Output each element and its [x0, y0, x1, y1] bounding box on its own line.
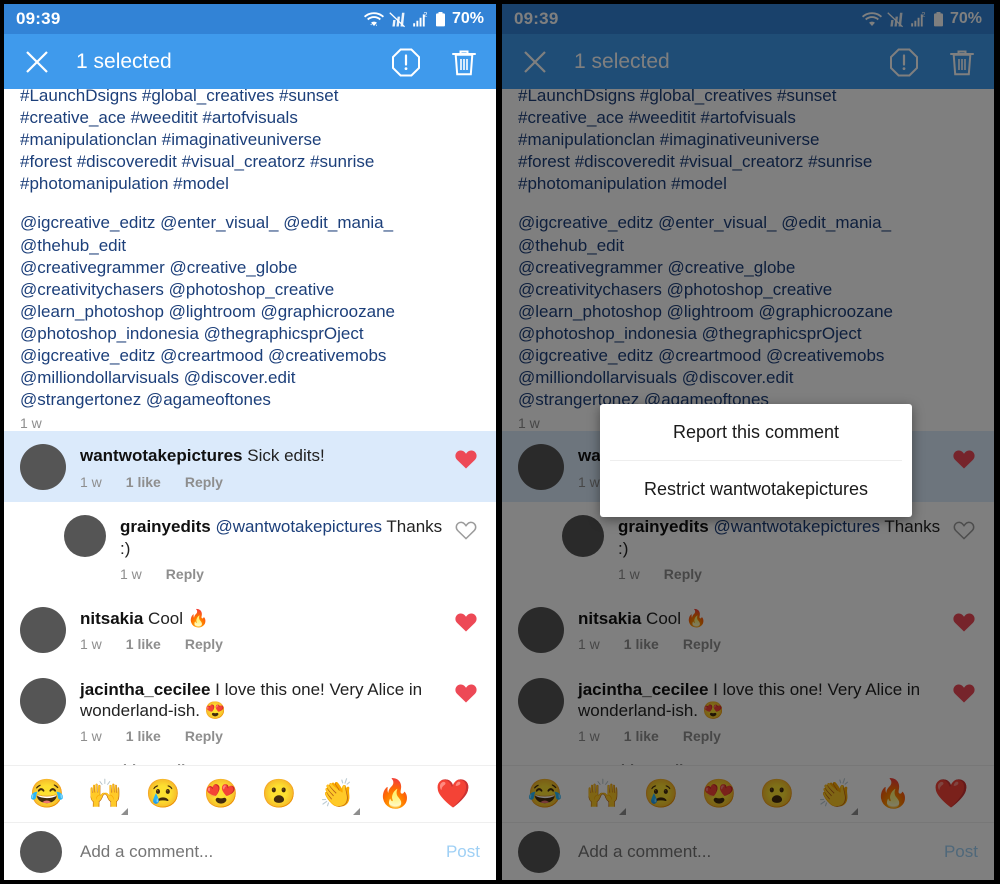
status-bar-icons: 2 70%: [363, 10, 484, 28]
avatar[interactable]: [20, 677, 66, 724]
comment-reply-button[interactable]: Reply: [185, 474, 223, 490]
comment-meta: 1 w 1 like Reply: [80, 474, 446, 490]
comment-likes[interactable]: 1 like: [126, 636, 161, 652]
emoji-raised-hands-icon[interactable]: 🙌: [88, 780, 129, 815]
comment-mention[interactable]: @wantwotakepictures: [215, 517, 382, 536]
emoji-red-heart-icon[interactable]: ❤️: [436, 780, 471, 808]
emoji-joy-icon[interactable]: 😂: [30, 780, 65, 808]
action-bar: 1 selected: [4, 34, 496, 89]
avatar[interactable]: [20, 444, 66, 491]
caption-line: #creative_ace #weeditit #artofvisuals: [20, 108, 298, 128]
table-row[interactable]: grainyedits @wantwotakepictures Thanks :…: [4, 502, 496, 594]
battery-percent-label: 70%: [451, 10, 484, 27]
cellular-signal-icon: 2: [411, 11, 430, 28]
comment-meta: 1 w 1 like Reply: [80, 636, 446, 652]
report-this-comment-button[interactable]: Report this comment: [600, 404, 912, 460]
caption-line: #LaunchDsigns #global_creatives #sunset: [20, 89, 339, 105]
caption-mention-line: @strangertonez @agameoftones: [20, 390, 271, 410]
caption-mention-line: @igcreative_editz @enter_visual_ @edit_m…: [20, 213, 394, 233]
comment-username[interactable]: nitsakia: [80, 609, 143, 628]
table-row[interactable]: nitsakia Cool 🔥 1 w 1 like Reply: [4, 593, 496, 665]
panel-right: 09:39 2 70% 1 se: [502, 4, 994, 880]
avatar[interactable]: [20, 830, 62, 873]
post-button[interactable]: Post: [446, 842, 480, 862]
emoji-quick-bar: 😂 🙌 😢 😍 😮 👏 🔥 ❤️: [4, 765, 496, 823]
emoji-surprised-icon[interactable]: 😮: [262, 780, 297, 808]
caption-mention-line: @photoshop_indonesia @thegraphicsprOject: [20, 323, 364, 343]
comment-body: Sick edits!: [247, 446, 325, 466]
caption-hashtags: #LaunchDsigns #global_creatives #sunset …: [4, 89, 496, 411]
comment-text: wantwotakepictures Sick edits!: [80, 446, 325, 465]
status-bar-clock: 09:39: [16, 9, 61, 28]
wifi-icon: [363, 11, 384, 28]
comment-meta: 1 w 1 like Reply: [80, 728, 446, 744]
report-octagon-icon[interactable]: [390, 46, 422, 78]
close-icon[interactable]: [20, 45, 54, 79]
caption-mention-line: @milliondollarvisuals @discover.edit: [20, 368, 296, 388]
panel-left: 09:39 2 70% 1 selected #LaunchDsigns #gl…: [4, 4, 496, 880]
comment-reply-button[interactable]: Reply: [185, 728, 223, 744]
caption-mention-line: @creativegrammer @creative_globe: [20, 257, 298, 277]
caption-mention-line: @igcreative_editz @creartmood @creativem…: [20, 346, 387, 366]
no-sim-signal-icon: [389, 11, 406, 28]
table-row[interactable]: jacintha_cecilee I love this one! Very A…: [4, 664, 496, 757]
heart-outline-icon[interactable]: [454, 515, 480, 546]
comment-input-bar: Post: [4, 823, 496, 880]
comment-reply-button[interactable]: Reply: [185, 636, 223, 652]
comment-username[interactable]: wantwotakepictures: [80, 446, 243, 465]
comment-body: Cool 🔥: [148, 608, 209, 628]
comment-text: jacintha_cecilee I love this one! Very A…: [80, 680, 422, 720]
caption-line: #photomanipulation #model: [20, 174, 229, 194]
emoji-fire-icon[interactable]: 🔥: [378, 780, 413, 808]
comment-time: 1 w: [120, 565, 142, 582]
comment-meta: 1 w Reply: [120, 566, 446, 582]
comment-time: 1 w: [80, 728, 102, 745]
comment-likes[interactable]: 1 like: [126, 474, 161, 490]
selection-count-label: 1 selected: [76, 49, 172, 73]
battery-icon: [435, 11, 446, 28]
comment-options-dialog: Report this comment Restrict wantwotakep…: [600, 404, 912, 517]
emoji-cry-icon[interactable]: 😢: [146, 780, 181, 808]
comment-username[interactable]: grainyedits: [120, 517, 211, 536]
caption-mention-line: @thehub_edit: [20, 235, 127, 255]
comment-text: grainyedits @wantwotakepictures Thanks :…: [120, 517, 442, 557]
caption-mention-line: @creativitychasers @photoshop_creative: [20, 279, 335, 299]
avatar[interactable]: [20, 606, 66, 653]
comment-likes[interactable]: 1 like: [126, 728, 161, 744]
emoji-heart-eyes-icon[interactable]: 😍: [204, 780, 239, 808]
comment-username[interactable]: jacintha_cecilee: [80, 680, 210, 699]
dual-screenshot-stage: 09:39 2 70% 1 selected #LaunchDsigns #gl…: [0, 0, 1000, 884]
trash-icon[interactable]: [448, 46, 480, 78]
comments-scroll-area[interactable]: #LaunchDsigns #global_creatives #sunset …: [4, 89, 496, 880]
comment-input[interactable]: [80, 841, 434, 862]
caption-mention-line: @learn_photoshop @lightroom @graphicrooz…: [20, 301, 395, 321]
comment-reply-button[interactable]: Reply: [166, 566, 204, 582]
heart-filled-icon[interactable]: [454, 444, 480, 475]
heart-filled-icon[interactable]: [454, 678, 480, 709]
caption-timestamp: 1 w: [20, 415, 42, 432]
status-bar: 09:39 2 70%: [4, 4, 496, 34]
caption-line: #manipulationclan #imaginativeuniverse: [20, 130, 322, 150]
comment-time: 1 w: [80, 473, 102, 490]
restrict-user-button[interactable]: Restrict wantwotakepictures: [600, 461, 912, 517]
heart-filled-icon[interactable]: [454, 607, 480, 638]
emoji-clap-icon[interactable]: 👏: [320, 780, 361, 815]
comment-time: 1 w: [80, 636, 102, 653]
avatar[interactable]: [64, 515, 106, 558]
table-row[interactable]: wantwotakepictures Sick edits! 1 w 1 lik…: [4, 431, 496, 503]
comment-text: nitsakia Cool 🔥: [80, 609, 209, 628]
caption-line: #forest #discoveredit #visual_creatorz #…: [20, 152, 375, 172]
